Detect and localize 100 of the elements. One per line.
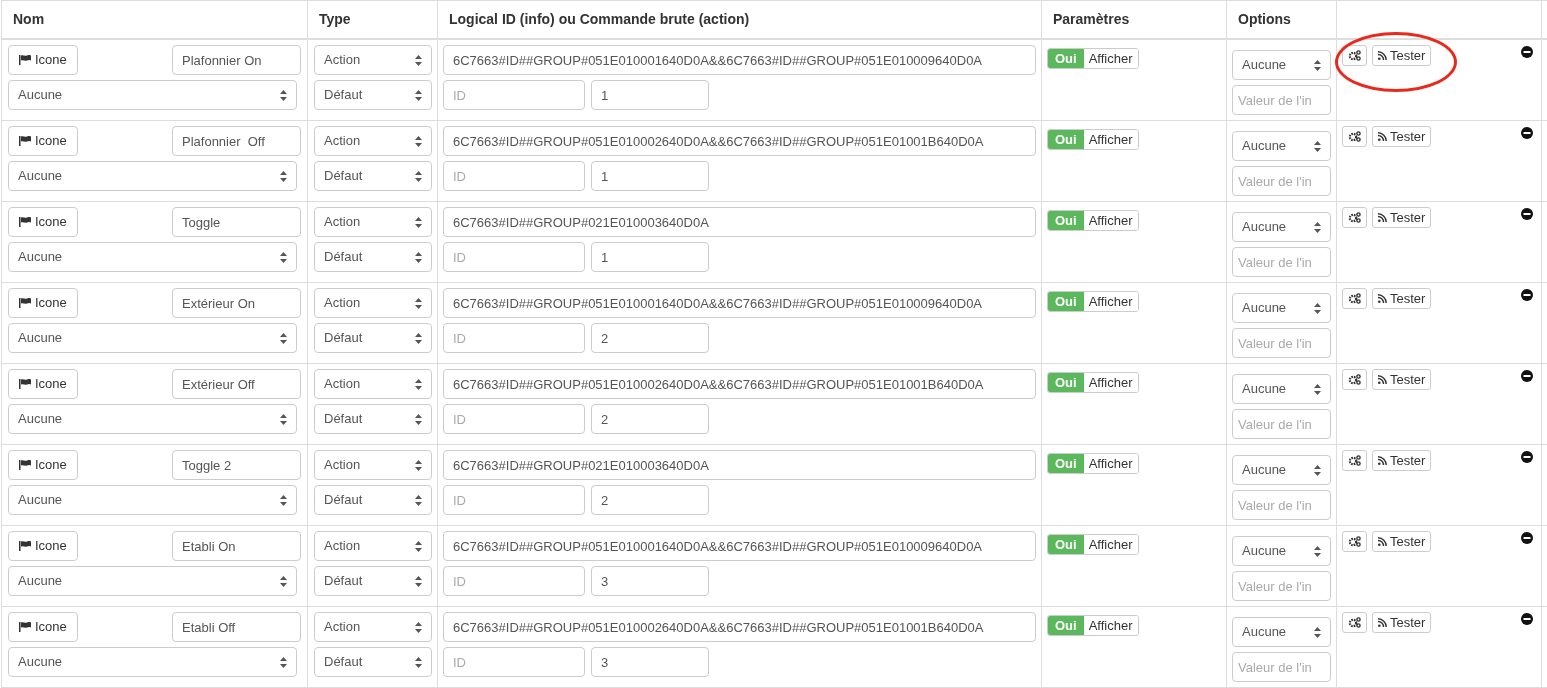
generic-type-select[interactable]: Aucune xyxy=(8,566,297,596)
test-button[interactable]: Tester xyxy=(1372,369,1432,390)
value-field[interactable]: 3 xyxy=(591,647,709,677)
remove-icon[interactable] xyxy=(1521,289,1533,301)
generic-type-select[interactable]: Aucune xyxy=(8,323,297,353)
value-field[interactable]: 1 xyxy=(591,161,709,191)
icon-button[interactable]: Icone xyxy=(8,207,78,237)
icon-button[interactable]: Icone xyxy=(8,288,78,318)
icon-button[interactable]: Icone xyxy=(8,126,78,156)
subtype-select[interactable]: Défaut xyxy=(314,161,432,191)
generic-type-select[interactable]: Aucune xyxy=(8,647,297,677)
option-select[interactable]: Aucune xyxy=(1232,455,1331,485)
icon-button[interactable]: Icone xyxy=(8,531,78,561)
id-field[interactable]: ID xyxy=(443,404,585,434)
option-value-field[interactable]: Valeur de l'in xyxy=(1232,409,1331,439)
logical-id-field[interactable]: 6C7663#ID##GROUP#051E010001640D0A&&6C7663#ID##GROUP#051E010009640D0A xyxy=(443,288,1036,318)
value-field[interactable]: 1 xyxy=(591,242,709,272)
settings-button[interactable] xyxy=(1342,207,1367,228)
settings-button[interactable] xyxy=(1342,450,1367,471)
remove-icon[interactable] xyxy=(1521,46,1533,58)
test-button[interactable]: Tester xyxy=(1372,450,1432,471)
subtype-select[interactable]: Défaut xyxy=(314,323,432,353)
type-select[interactable]: Action xyxy=(314,45,432,75)
type-select[interactable]: Action xyxy=(314,531,432,561)
subtype-select[interactable]: Défaut xyxy=(314,404,432,434)
generic-type-select[interactable]: Aucune xyxy=(8,161,297,191)
option-select[interactable]: Aucune xyxy=(1232,293,1331,323)
name-field[interactable]: Toggle 2 xyxy=(172,450,301,480)
icon-button[interactable]: Icone xyxy=(8,450,78,480)
id-field[interactable]: ID xyxy=(443,323,585,353)
logical-id-field[interactable]: 6C7663#ID##GROUP#021E010003640D0A xyxy=(443,207,1036,237)
display-toggle[interactable]: Oui Afficher xyxy=(1047,210,1139,232)
remove-icon[interactable] xyxy=(1521,532,1533,544)
name-field[interactable]: Etabli Off xyxy=(172,612,301,642)
id-field[interactable]: ID xyxy=(443,566,585,596)
type-select[interactable]: Action xyxy=(314,126,432,156)
logical-id-field[interactable]: 6C7663#ID##GROUP#051E010002640D0A&&6C7663#ID##GROUP#051E01001B640D0A xyxy=(443,612,1036,642)
id-field[interactable]: ID xyxy=(443,161,585,191)
remove-icon[interactable] xyxy=(1521,370,1533,382)
option-value-field[interactable]: Valeur de l'in xyxy=(1232,166,1331,196)
logical-id-field[interactable]: 6C7663#ID##GROUP#051E010001640D0A&&6C7663#ID##GROUP#051E010009640D0A xyxy=(443,531,1036,561)
settings-button[interactable] xyxy=(1342,369,1367,390)
value-field[interactable]: 2 xyxy=(591,404,709,434)
option-select[interactable]: Aucune xyxy=(1232,212,1331,242)
test-button[interactable]: Tester xyxy=(1372,612,1432,633)
display-toggle[interactable]: Oui Afficher xyxy=(1047,129,1139,151)
test-button[interactable]: Tester xyxy=(1372,126,1432,147)
remove-icon[interactable] xyxy=(1521,127,1533,139)
logical-id-field[interactable]: 6C7663#ID##GROUP#051E010002640D0A&&6C7663#ID##GROUP#051E01001B640D0A xyxy=(443,369,1036,399)
type-select[interactable]: Action xyxy=(314,288,432,318)
name-field[interactable]: Extérieur Off xyxy=(172,369,301,399)
name-field[interactable]: Etabli On xyxy=(172,531,301,561)
option-value-field[interactable]: Valeur de l'in xyxy=(1232,652,1331,682)
type-select[interactable]: Action xyxy=(314,612,432,642)
name-field[interactable]: Plafonnier Off xyxy=(172,126,301,156)
display-toggle[interactable]: Oui Afficher xyxy=(1047,48,1139,70)
logical-id-field[interactable]: 6C7663#ID##GROUP#051E010001640D0A&&6C7663#ID##GROUP#051E010009640D0A xyxy=(443,45,1036,75)
icon-button[interactable]: Icone xyxy=(8,369,78,399)
test-button[interactable]: Tester xyxy=(1372,207,1432,228)
value-field[interactable]: 2 xyxy=(591,323,709,353)
test-button[interactable]: Tester xyxy=(1372,531,1432,552)
type-select[interactable]: Action xyxy=(314,207,432,237)
id-field[interactable]: ID xyxy=(443,485,585,515)
test-button[interactable]: Tester xyxy=(1372,288,1432,309)
settings-button[interactable] xyxy=(1342,531,1367,552)
subtype-select[interactable]: Défaut xyxy=(314,242,432,272)
value-field[interactable]: 1 xyxy=(591,80,709,110)
test-button[interactable]: Tester xyxy=(1372,45,1432,66)
settings-button[interactable] xyxy=(1342,612,1367,633)
logical-id-field[interactable]: 6C7663#ID##GROUP#021E010003640D0A xyxy=(443,450,1036,480)
subtype-select[interactable]: Défaut xyxy=(314,647,432,677)
id-field[interactable]: ID xyxy=(443,80,585,110)
name-field[interactable]: Toggle xyxy=(172,207,301,237)
display-toggle[interactable]: Oui Afficher xyxy=(1047,534,1139,556)
display-toggle[interactable]: Oui Afficher xyxy=(1047,372,1139,394)
type-select[interactable]: Action xyxy=(314,369,432,399)
value-field[interactable]: 3 xyxy=(591,566,709,596)
subtype-select[interactable]: Défaut xyxy=(314,80,432,110)
name-field[interactable]: Plafonnier On xyxy=(172,45,301,75)
display-toggle[interactable]: Oui Afficher xyxy=(1047,615,1139,637)
name-field[interactable]: Extérieur On xyxy=(172,288,301,318)
option-select[interactable]: Aucune xyxy=(1232,50,1331,80)
remove-icon[interactable] xyxy=(1521,451,1533,463)
settings-button[interactable] xyxy=(1342,45,1367,66)
subtype-select[interactable]: Défaut xyxy=(314,566,432,596)
generic-type-select[interactable]: Aucune xyxy=(8,242,297,272)
display-toggle[interactable]: Oui Afficher xyxy=(1047,453,1139,475)
generic-type-select[interactable]: Aucune xyxy=(8,485,297,515)
option-select[interactable]: Aucune xyxy=(1232,374,1331,404)
id-field[interactable]: ID xyxy=(443,242,585,272)
id-field[interactable]: ID xyxy=(443,647,585,677)
option-value-field[interactable]: Valeur de l'in xyxy=(1232,490,1331,520)
option-select[interactable]: Aucune xyxy=(1232,131,1331,161)
option-value-field[interactable]: Valeur de l'in xyxy=(1232,571,1331,601)
type-select[interactable]: Action xyxy=(314,450,432,480)
display-toggle[interactable]: Oui Afficher xyxy=(1047,291,1139,313)
generic-type-select[interactable]: Aucune xyxy=(8,80,297,110)
remove-icon[interactable] xyxy=(1521,208,1533,220)
generic-type-select[interactable]: Aucune xyxy=(8,404,297,434)
subtype-select[interactable]: Défaut xyxy=(314,485,432,515)
